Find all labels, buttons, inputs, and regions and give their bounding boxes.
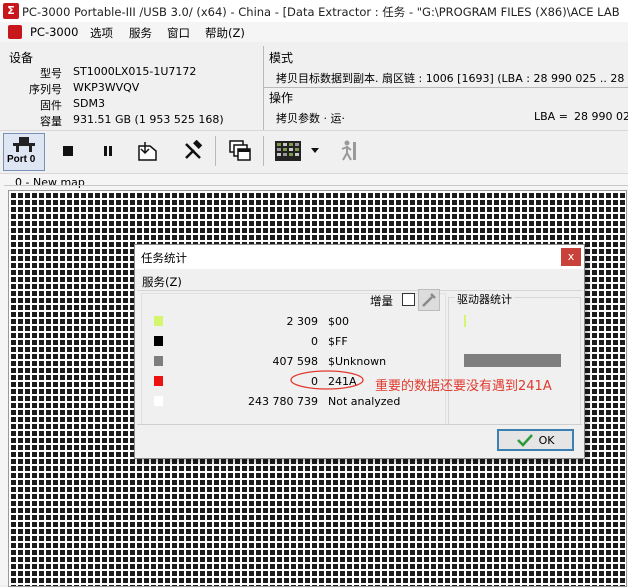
menu-options[interactable]: 选项 xyxy=(90,25,113,41)
drive-stat-bar-unknown xyxy=(464,354,561,367)
dialog-titlebar: 任务统计 x xyxy=(135,245,584,269)
count-not-analyzed: 243 780 739 xyxy=(248,395,318,408)
count-00: 2 309 xyxy=(286,315,319,328)
map-view-button[interactable] xyxy=(273,136,303,166)
task-stats-dialog: 任务统计 x 服务(Z) 增量 2 309 $00 0 $FF 407 598 … xyxy=(134,244,585,459)
import-icon xyxy=(138,142,157,161)
device-model-value: ST1000LX015-1U7172 xyxy=(73,65,197,78)
label-ff: $FF xyxy=(328,335,348,348)
dialog-menu-service[interactable]: 服务(Z) xyxy=(142,274,182,290)
mode-header: 模式 xyxy=(269,51,294,65)
close-icon: x xyxy=(567,250,575,263)
mode-divider xyxy=(264,87,628,88)
wrench-icon xyxy=(422,293,436,307)
device-model-label: 型号 xyxy=(40,67,62,80)
count-ff: 0 xyxy=(311,335,318,348)
drive-stat-bar-00 xyxy=(464,315,466,327)
swatch-unknown xyxy=(154,356,163,366)
drive-stats-label: 驱动器统计 xyxy=(455,291,514,307)
import-button[interactable] xyxy=(133,136,163,166)
run-button[interactable] xyxy=(334,136,364,166)
run-icon xyxy=(341,140,356,161)
menu-bar: PC-3000 选项 服务 窗口 帮助(Z) xyxy=(0,22,628,42)
port-connector-icon xyxy=(13,137,35,152)
swatch-241a xyxy=(154,376,163,386)
swatch-00 xyxy=(154,316,163,326)
menu-help[interactable]: 帮助(Z) xyxy=(205,25,245,41)
device-firmware-label: 固件 xyxy=(40,99,62,112)
windows-button[interactable] xyxy=(225,136,255,166)
title-bar: Σ PC-3000 Portable-III /USB 3.0/ (x64) -… xyxy=(0,0,628,23)
menu-pc3000[interactable]: PC-3000 xyxy=(30,25,78,39)
port-0-button[interactable]: Port 0 xyxy=(3,133,45,171)
map-view-icon xyxy=(275,141,301,161)
map-view-dropdown[interactable] xyxy=(307,136,323,166)
dropdown-arrow-icon xyxy=(311,148,319,153)
device-serial-label: 序列号 xyxy=(29,83,62,96)
dialog-footer-divider xyxy=(137,424,582,425)
red-circle-highlight xyxy=(290,370,364,390)
label-unknown: $Unknown xyxy=(328,355,387,368)
app-icon: Σ xyxy=(3,3,19,19)
operation-text: 拷贝参数 · 运· xyxy=(276,112,345,125)
swatch-ff xyxy=(154,336,163,346)
tools-button[interactable] xyxy=(179,136,209,166)
checkmark-icon xyxy=(516,434,533,447)
device-header: 设备 xyxy=(9,51,34,65)
lba-label: LBA = xyxy=(534,110,568,123)
device-serial-value: WKP3WVQV xyxy=(73,81,140,94)
annotation-text: 重要的数据还要没有遇到241A xyxy=(375,379,552,394)
panel-divider xyxy=(263,46,264,130)
dialog-title: 任务统计 xyxy=(141,251,187,265)
mode-text: 拷贝目标数据到副本. 扇区链 : 1006 [1693] (LBA : 28 9… xyxy=(276,72,626,85)
pause-icon xyxy=(104,146,112,156)
menu-app-icon xyxy=(8,25,22,39)
stop-button[interactable] xyxy=(53,136,83,166)
port-label: Port 0 xyxy=(7,154,36,165)
settings-button[interactable] xyxy=(418,289,440,311)
ok-label: OK xyxy=(538,433,555,447)
toolbar-separator-2 xyxy=(263,136,264,166)
dialog-menu-divider xyxy=(137,290,582,291)
device-firmware-value: SDM3 xyxy=(73,97,105,110)
map-tab-label[interactable]: 0 - New map xyxy=(15,176,85,189)
menu-service[interactable]: 服务 xyxy=(129,25,152,41)
lba-value: 28 990 025 xyxy=(574,110,628,123)
increment-label: 增量 xyxy=(370,294,393,308)
stop-icon xyxy=(63,146,73,156)
count-unknown: 407 598 xyxy=(272,355,319,368)
increment-checkbox[interactable] xyxy=(402,293,415,306)
window-title: PC-3000 Portable-III /USB 3.0/ (x64) - C… xyxy=(22,5,620,19)
operation-header: 操作 xyxy=(269,91,294,105)
pause-button[interactable] xyxy=(93,136,123,166)
copy-windows-icon xyxy=(229,140,251,161)
menu-window[interactable]: 窗口 xyxy=(167,25,190,41)
label-00: $00 xyxy=(328,315,349,328)
ok-button[interactable]: OK xyxy=(497,429,574,451)
toolbar-separator xyxy=(215,136,216,166)
label-not-analyzed: Not analyzed xyxy=(328,395,401,408)
map-divider xyxy=(4,185,628,186)
tools-icon xyxy=(185,140,203,159)
close-button[interactable]: x xyxy=(561,248,581,266)
swatch-not-analyzed xyxy=(154,396,163,406)
device-capacity-label: 容量 xyxy=(40,115,62,128)
device-capacity-value: 931.51 GB (1 953 525 168) xyxy=(73,113,224,126)
